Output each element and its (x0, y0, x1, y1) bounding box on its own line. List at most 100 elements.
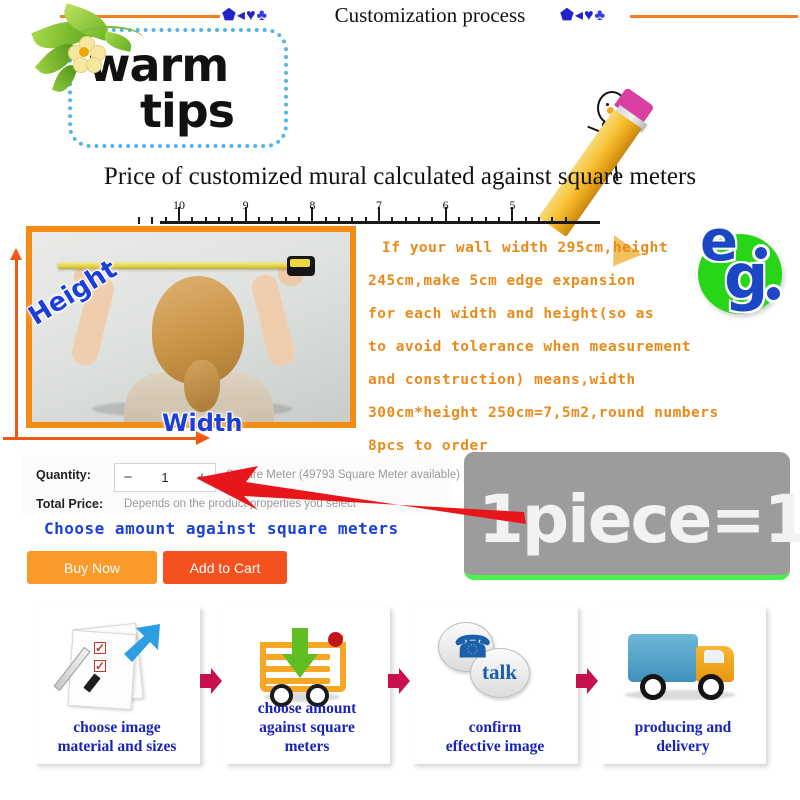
ruler-tick-minor (458, 217, 460, 224)
width-label: Width (162, 409, 243, 437)
ruler-tick-minor (324, 217, 327, 224)
talk-label: talk (482, 660, 518, 684)
ruler-tick-minor (498, 217, 500, 224)
header-glyphs-left: ⬟◂♥♣ (222, 8, 268, 24)
warm-tips-line2: tips (140, 84, 235, 138)
step-caption: choose image material and sizes (34, 718, 200, 756)
red-pointer-arrow (196, 466, 526, 524)
buy-now-button[interactable]: Buy Now (27, 551, 157, 584)
delivery-truck-icon (600, 616, 766, 708)
step-arrow-icon (200, 668, 222, 694)
add-to-cart-button[interactable]: Add to Cart (163, 551, 287, 584)
triangle-icon: ◂ (236, 7, 246, 24)
heart-icon: ♥ (583, 7, 595, 24)
ruler-tick-minor (418, 217, 420, 224)
ruler-tick-minor (164, 217, 167, 224)
step-arrow-icon (576, 668, 598, 694)
ruler-tick-minor (218, 217, 220, 224)
talk-bubble-icon: ☎ talk (412, 616, 578, 708)
green-down-arrow-icon (282, 628, 318, 678)
ruler-tick-minor (338, 217, 340, 224)
ruler-tick-minor (391, 217, 394, 224)
ruler-number: 8 (309, 198, 316, 212)
example-line: to avoid tolerance when measurement (368, 339, 692, 355)
ruler-tick-minor (138, 217, 140, 224)
ruler-tick-minor (538, 217, 540, 224)
ruler-tick-minor (231, 217, 234, 224)
ruler-tick-minor (551, 217, 554, 224)
blue-arrow-icon (124, 624, 160, 662)
step-caption-line: choose amount (257, 700, 357, 717)
ruler-number: 7 (376, 198, 382, 212)
example-line: 300cm*height 250cm=7,5m2,round numbers (368, 405, 719, 421)
step-card-choose-amount: choose amount against square meters (224, 606, 390, 764)
step-card-producing-delivery: producing and delivery (600, 606, 766, 764)
process-steps: ✓ ✓ choose image material and sizes choo… (0, 600, 800, 800)
ruler-number: 6 (442, 198, 449, 212)
measuring-wall-photo (26, 226, 356, 428)
width-axis-line (3, 437, 203, 440)
ruler-tick-minor (364, 217, 367, 224)
cart-handle-dot (328, 632, 343, 647)
tape-measure-case (287, 256, 315, 276)
ruler-tick-minor (258, 217, 260, 224)
piece-badge-main: 1piece=1M (478, 481, 800, 558)
club-icon: ♣ (594, 7, 606, 24)
quantity-input[interactable]: 1 (141, 470, 189, 485)
heart-icon: ♥ (245, 7, 257, 24)
step-caption: producing and delivery (600, 718, 766, 756)
ruler-tick-minor (151, 217, 154, 224)
ruler-number: 9 (242, 198, 249, 212)
step-caption: confirm effective image (412, 718, 578, 756)
step-caption-line: choose image (73, 719, 161, 736)
step-arrow-icon (388, 668, 410, 694)
flower-decoration (28, 3, 148, 118)
ruler-baseline (160, 221, 600, 224)
ruler-tick-minor (471, 217, 474, 224)
ruler-graphic: 10 9 8 7 6 5 (138, 198, 600, 228)
shopping-cart-icon (224, 616, 390, 708)
ruler-number: 5 (509, 198, 516, 212)
triangle-icon: ◂ (574, 7, 584, 24)
height-axis-arrow (10, 248, 22, 260)
ruler-tick-minor (191, 217, 194, 224)
ruler-tick-minor (351, 217, 354, 224)
height-axis-line (15, 258, 18, 440)
pentagon-icon: ⬟ (560, 7, 575, 24)
headline-text: Price of customized mural calculated aga… (103, 163, 697, 190)
step-caption-line: material and sizes (57, 738, 177, 755)
ruler-tick-minor (298, 217, 300, 224)
step-caption-line: confirm (468, 719, 522, 736)
step-caption-line: delivery (656, 738, 710, 755)
checklist-paper-icon: ✓ ✓ (34, 616, 200, 711)
step-caption-line: against square (259, 719, 355, 736)
ruler-tick-minor (524, 217, 527, 224)
step-card-confirm-image: ☎ talk confirm effective image (412, 606, 578, 764)
quantity-decrement-button[interactable]: − (115, 465, 141, 490)
total-price-label: Total Price: (36, 497, 104, 511)
example-line: and construction) means,width (368, 372, 636, 388)
ruler-tick-minor (204, 217, 207, 224)
header-rule-right (630, 15, 798, 18)
page-title: Customization process (334, 3, 526, 27)
ruler-tick-minor (431, 217, 434, 224)
ruler-tick-minor (404, 217, 407, 224)
eg-letter-g: g (724, 240, 769, 313)
club-icon: ♣ (256, 7, 268, 24)
step-caption-line: effective image (445, 738, 545, 755)
eg-dot-icon (764, 284, 783, 303)
customization-process-page: ⬟◂♥♣ Customization process ⬟◂♥♣ warm tip… (0, 0, 800, 800)
quantity-label: Quantity: (36, 468, 91, 482)
flower-icon (68, 36, 106, 74)
piece-badge-text: 1piece=1M2 (478, 466, 800, 565)
ruler-tick-minor (284, 217, 287, 224)
pentagon-icon: ⬟ (222, 7, 237, 24)
header-glyphs-right: ⬟◂♥♣ (560, 8, 606, 24)
ruler-tick-minor (484, 217, 487, 224)
step-caption: choose amount against square meters (224, 699, 390, 756)
step-card-choose-image: ✓ ✓ choose image material and sizes (34, 606, 200, 764)
ruler-tick-minor (271, 217, 274, 224)
step-caption-line: producing and (634, 719, 732, 736)
eg-badge: e g (694, 214, 792, 318)
ruler-tick-minor (564, 217, 567, 224)
